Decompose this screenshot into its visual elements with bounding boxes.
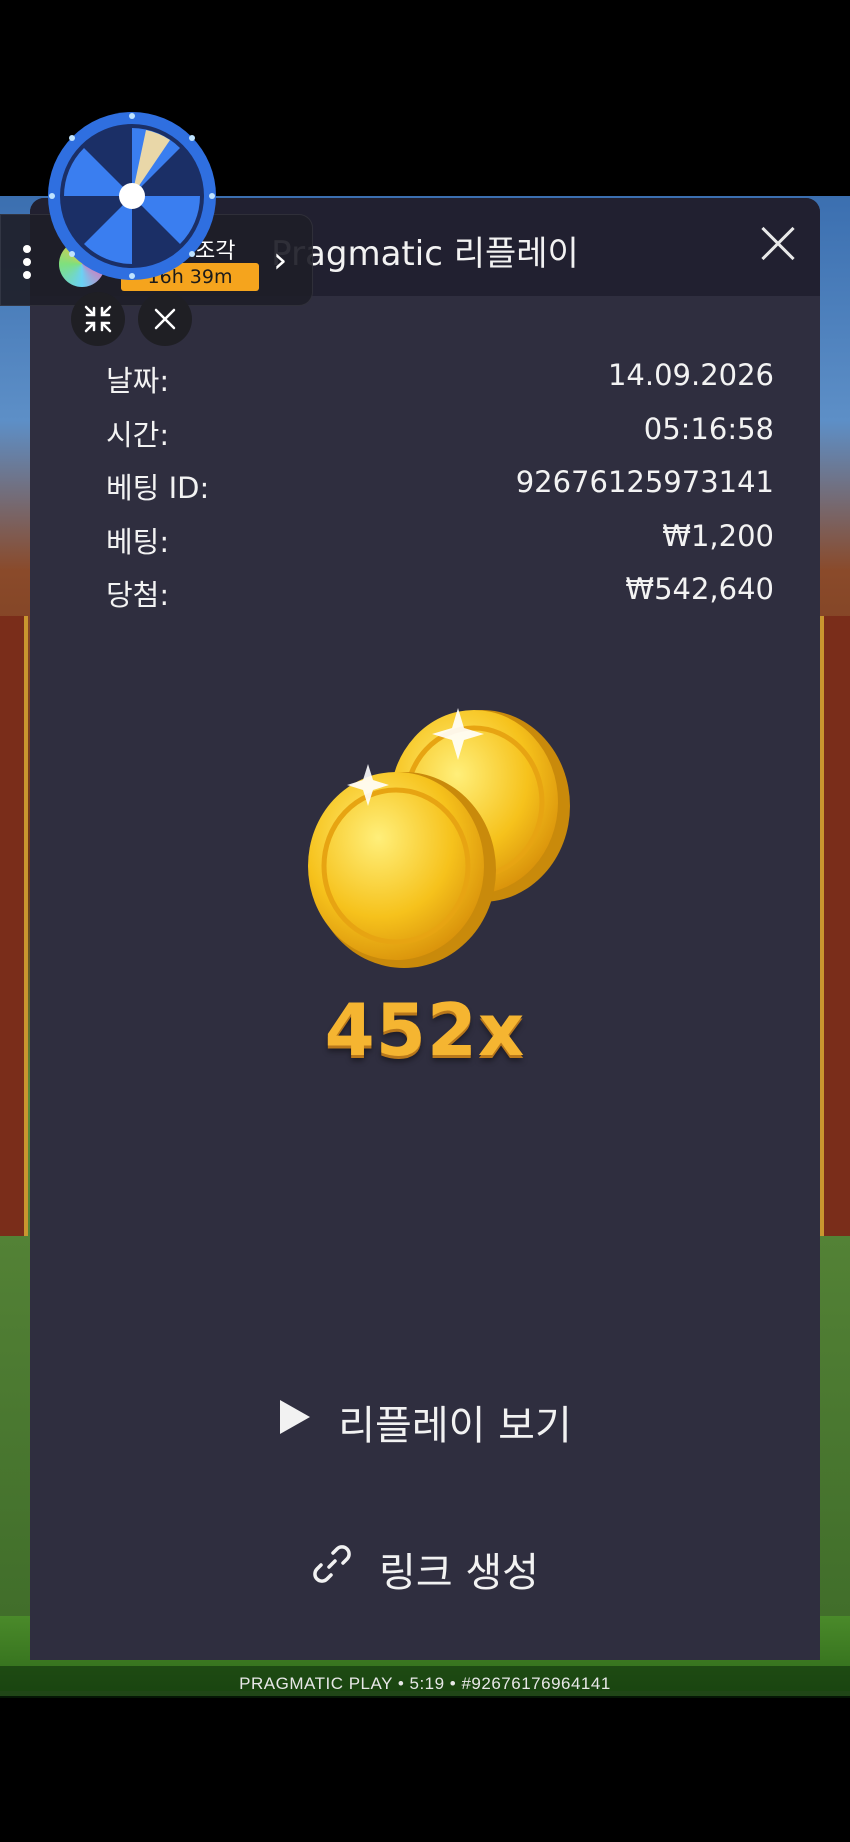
game-footer-text: PRAGMATIC PLAY • 5:19 • #92676176964141 [239, 1674, 611, 1693]
link-icon [311, 1543, 353, 1595]
time-label: 시간: [106, 417, 170, 452]
shrink-icon[interactable] [71, 292, 125, 346]
create-link-button[interactable]: 링크 생성 [30, 1540, 820, 1598]
replay-modal: Pragmatic 리플레이 날짜: 14.09.2026 시간: 05:16:… [30, 198, 820, 1660]
win-multiplier: 452x [324, 988, 526, 1072]
info-row-bet-id: 베팅 ID: 92676125973141 [106, 465, 774, 519]
close-icon[interactable] [754, 220, 802, 268]
bet-value: ₩1,200 [662, 518, 774, 553]
win-label: 당첨: [106, 578, 170, 612]
bet-label: 베팅: [106, 524, 170, 559]
info-row-time: 시간: 05:16:58 [106, 412, 774, 466]
info-row-win: 당첨: ₩542,640 [106, 572, 774, 626]
bet-id-label: 베팅 ID: [106, 471, 210, 505]
watch-replay-button[interactable]: 리플레이 보기 [30, 1393, 820, 1451]
watch-replay-label: 리플레이 보기 [338, 1403, 572, 1449]
date-label: 날짜: [106, 364, 170, 398]
info-row-bet: 베팅: ₩1,200 [106, 519, 774, 573]
bet-id-value: 92676125973141 [515, 465, 774, 499]
chevron-right-icon[interactable]: › [273, 243, 287, 279]
create-link-label: 링크 생성 [379, 1550, 539, 1596]
bet-info-table: 날짜: 14.09.2026 시간: 05:16:58 베팅 ID: 92676… [106, 358, 774, 626]
date-value: 14.09.2026 [607, 358, 774, 392]
coins-icon [308, 708, 570, 968]
widget-close-icon[interactable] [138, 292, 192, 346]
info-row-date: 날짜: 14.09.2026 [106, 358, 774, 412]
play-icon [278, 1398, 312, 1446]
wheel-icon[interactable] [46, 110, 218, 282]
win-value: ₩542,640 [625, 572, 774, 606]
time-value: 05:16:58 [643, 411, 774, 446]
dots-icon[interactable] [23, 245, 31, 279]
